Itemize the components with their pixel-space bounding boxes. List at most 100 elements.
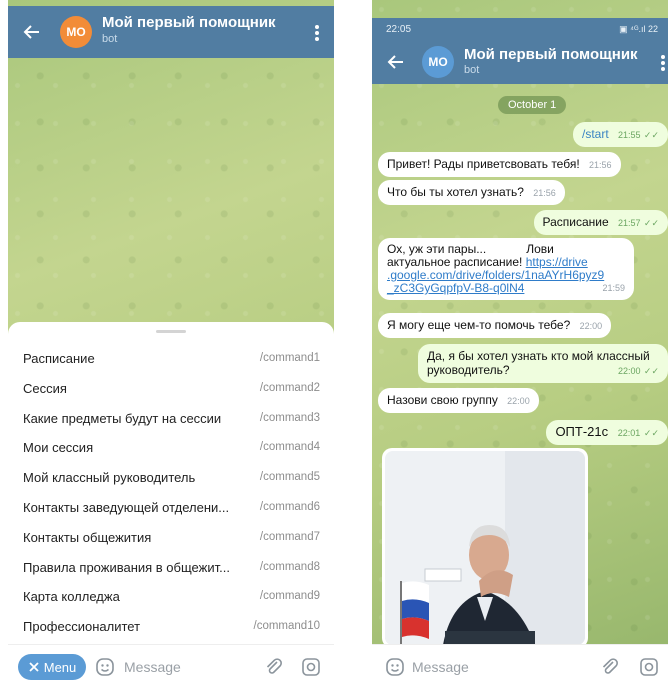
sticker-icon[interactable] <box>384 656 406 678</box>
teacher-photo <box>385 451 585 645</box>
drive-link[interactable]: _zC3GyGqpfpV-B8-q0lN4 <box>387 281 524 295</box>
back-arrow-icon[interactable] <box>386 52 406 72</box>
attach-icon[interactable] <box>262 656 284 678</box>
chat-title[interactable]: Мой первый помощник <box>464 46 638 63</box>
menu-button[interactable]: Menu <box>18 654 86 680</box>
left-phone-screen: MO Мой первый помощник bot Расписание/co… <box>8 0 334 688</box>
camera-icon[interactable] <box>300 656 322 678</box>
teacher-portrait-image <box>385 451 585 645</box>
photo-message[interactable] <box>382 448 588 648</box>
kebab-menu-icon[interactable] <box>660 54 666 74</box>
right-phone-screen: 22:05 ▣ ⁴ᴳ.ıl 22 MO Мой первый помощник … <box>372 0 668 688</box>
command-item[interactable]: Какие предметы будут на сессии/command3 <box>8 404 334 434</box>
status-icons: ▣ ⁴ᴳ.ıl 22 <box>619 24 658 34</box>
message-time: 22:01 <box>617 428 641 438</box>
message-incoming[interactable]: Привет! Рады приветсвовать тебя! 21:56 <box>378 152 621 177</box>
command-item[interactable]: Профессионалитет/command10 <box>8 612 334 642</box>
command-label: Карта колледжа <box>23 589 120 605</box>
command-item[interactable]: Контакты общежития/command7 <box>8 523 334 553</box>
command-item[interactable]: Контакты заведующей отделени... /command6 <box>8 493 334 523</box>
command-item[interactable]: Сессия/command2 <box>8 374 334 404</box>
close-icon <box>29 662 39 672</box>
command-code: /command3 <box>259 411 320 424</box>
drive-link[interactable]: https://drive <box>526 255 588 269</box>
command-code: /command8 <box>259 560 320 573</box>
command-code: /command6 <box>259 500 320 513</box>
bot-commands-sheet: Расписание/command1 Сессия/command2 Какие … <box>8 322 334 644</box>
command-label: Правила проживания в общежит... <box>23 559 230 575</box>
command-label: Мои сессия <box>23 440 94 456</box>
message-text: Ох, уж эти пары... <box>387 242 487 256</box>
chat-header: 22:05 ▣ ⁴ᴳ.ıl 22 MO Мой первый помощник … <box>372 18 668 84</box>
message-time: 21:55 <box>618 130 641 140</box>
bot-avatar[interactable]: MO <box>60 16 92 48</box>
message-time: 21:56 <box>533 188 556 198</box>
message-text: руководитель? <box>427 363 510 377</box>
double-check-icon: ✓✓ <box>643 366 659 376</box>
chat-header: MO Мой первый помощник bot <box>8 6 334 58</box>
command-label: Расписание <box>23 351 95 366</box>
bot-avatar[interactable]: MO <box>422 46 454 78</box>
command-label: Контакты общежития <box>23 529 152 545</box>
message-outgoing[interactable]: Да, я бы хотел узнать кто мой классный р… <box>418 344 668 383</box>
message-outgoing[interactable]: Расписание 21:57 ✓✓ <box>533 210 668 235</box>
command-label: Профессионалитет <box>23 619 141 635</box>
message-time: 21:59 <box>602 283 625 293</box>
command-label: Контакты заведующей отделени... <box>23 499 230 515</box>
command-item[interactable]: Расписание/command1 <box>8 344 334 374</box>
message-outgoing[interactable]: ОПТ-21с 22:01 ✓✓ <box>546 420 668 445</box>
message-text: Назови свою группу <box>387 393 498 407</box>
message-text[interactable]: /start <box>582 127 609 141</box>
message-text: Привет! Рады приветсвовать тебя! <box>387 157 580 171</box>
camera-icon[interactable] <box>638 656 660 678</box>
message-text: Лови <box>526 242 554 256</box>
message-time: 22:00 <box>618 366 641 376</box>
command-code: /command10 <box>253 620 320 633</box>
command-label: Какие предметы будут на сессии <box>23 410 222 426</box>
back-arrow-icon[interactable] <box>22 22 42 42</box>
message-incoming[interactable]: Назови свою группу 22:00 <box>378 388 539 413</box>
chat-subtitle: bot <box>464 64 480 76</box>
message-text: Что бы ты хотел узнать? <box>387 185 524 199</box>
double-check-icon: ✓✓ <box>643 218 659 228</box>
command-code: /command9 <box>259 590 320 603</box>
status-bar: 22:05 ▣ ⁴ᴳ.ıl 22 <box>372 18 668 40</box>
command-label: Мой классный руководитель <box>23 470 196 486</box>
kebab-menu-icon[interactable] <box>314 24 320 44</box>
chat-subtitle: bot <box>102 33 118 45</box>
command-item[interactable]: Карта колледжа/command9 <box>8 582 334 612</box>
message-incoming[interactable]: Я могу еще чем-то помочь тебе? 22:00 <box>378 313 612 338</box>
message-text: актуальное расписание! <box>387 255 523 269</box>
double-check-icon: ✓✓ <box>643 130 659 140</box>
command-code: /command1 <box>259 352 320 364</box>
message-composer: Message <box>372 644 668 688</box>
message-text: Я могу еще чем-то помочь тебе? <box>387 318 571 332</box>
command-item[interactable]: Мои сессия/command4 <box>8 433 334 463</box>
message-time: 21:57 <box>618 218 641 228</box>
date-separator: October 1 <box>498 96 567 114</box>
sheet-drag-handle[interactable] <box>156 330 186 333</box>
chat-title[interactable]: Мой первый помощник <box>102 14 276 31</box>
command-list: Расписание/command1 Сессия/command2 Какие … <box>8 344 334 642</box>
message-text: ОПТ-21с <box>555 424 609 439</box>
status-time: 22:05 <box>386 24 412 35</box>
message-outgoing[interactable]: /start 21:55 ✓✓ <box>573 122 668 147</box>
message-time: 22:00 <box>579 321 603 331</box>
message-composer: Menu Message <box>8 644 334 688</box>
message-incoming[interactable]: Что бы ты хотел узнать? 21:56 <box>378 180 565 205</box>
command-item[interactable]: Мой классный руководитель/command5 <box>8 463 334 493</box>
command-code: /command2 <box>259 381 320 394</box>
message-time: 22:00 <box>507 396 530 406</box>
command-label: Сессия <box>23 380 67 396</box>
command-code: /command4 <box>259 441 320 454</box>
message-text: Да, я бы хотел узнать кто мой классный <box>427 349 650 363</box>
message-input[interactable]: Message <box>412 659 469 675</box>
attach-icon[interactable] <box>598 656 620 678</box>
menu-button-label: Menu <box>43 659 77 675</box>
message-input[interactable]: Message <box>124 659 181 675</box>
message-incoming-link[interactable]: Ох, уж эти пары... Лови актуальное распис… <box>378 238 634 300</box>
command-code: /command5 <box>259 471 320 484</box>
command-item[interactable]: Правила проживания в общежит... /command8 <box>8 553 334 583</box>
sticker-icon[interactable] <box>94 656 116 678</box>
double-check-icon: ✓✓ <box>643 428 659 438</box>
